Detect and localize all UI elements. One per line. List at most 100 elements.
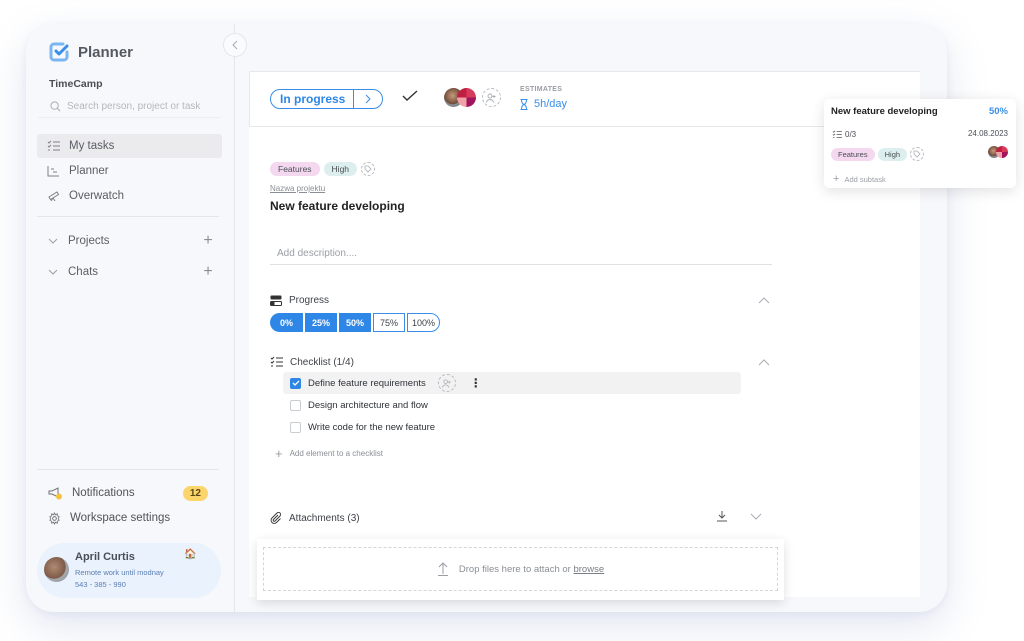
tag-features[interactable]: Features xyxy=(270,162,320,176)
attachments-section-header[interactable]: Attachments (3) xyxy=(270,510,770,526)
chevron-right-icon xyxy=(366,94,372,104)
checkmark-icon xyxy=(402,90,418,101)
add-checklist-item-button[interactable]: + Add element to a checklist xyxy=(275,446,383,461)
megaphone-icon xyxy=(48,487,62,500)
sidebar-group-projects[interactable]: Projects + xyxy=(37,230,222,252)
task-detail-panel: In progress ESTIMATES 5h/day Features Hi… xyxy=(249,71,920,600)
add-tag-button[interactable] xyxy=(910,147,925,161)
card-due-date: 24.08.2023 xyxy=(967,129,1008,138)
task-card-preview[interactable]: New feature developing 50% 0/3 24.08.202… xyxy=(824,99,1016,188)
group-label: Chats xyxy=(68,266,99,278)
tag-high[interactable]: High xyxy=(323,162,358,176)
more-options-icon[interactable]: ⋮ xyxy=(470,377,482,389)
user-profile-card[interactable]: April Curtis 🏠 Remote work until modnay … xyxy=(37,543,221,598)
estimates-value[interactable]: 5h/day xyxy=(520,98,567,110)
stage: Planner TimeCamp My tasks Planner Overw xyxy=(0,0,1024,641)
progress-option-100[interactable]: 100% xyxy=(407,313,440,332)
progress-option-0[interactable]: 0% xyxy=(270,313,303,332)
avatar xyxy=(996,146,1008,158)
checkbox-unchecked[interactable] xyxy=(290,399,301,411)
divider xyxy=(37,469,219,470)
plus-icon: + xyxy=(833,173,840,185)
add-tag-button[interactable] xyxy=(361,162,376,176)
workspace-name: TimeCamp xyxy=(49,78,103,90)
collapse-sidebar-button[interactable] xyxy=(223,33,247,57)
progress-option-25[interactable]: 25% xyxy=(305,313,337,332)
assignees[interactable] xyxy=(444,88,476,107)
tag-high[interactable]: High xyxy=(877,147,908,161)
checklist-icon xyxy=(270,356,283,367)
home-emoji-icon: 🏠 xyxy=(184,549,197,560)
status-button[interactable]: In progress xyxy=(270,89,384,109)
checklist-item-text: Design architecture and flow xyxy=(308,399,428,411)
sidebar-group-chats[interactable]: Chats + xyxy=(37,261,222,283)
search-bar[interactable] xyxy=(38,96,221,118)
sidebar-item-my-tasks[interactable]: My tasks xyxy=(37,134,222,158)
add-project-icon[interactable]: + xyxy=(198,232,218,250)
add-subtask-button[interactable]: + Add subtask xyxy=(833,173,886,185)
search-input[interactable] xyxy=(67,101,217,112)
checklist-item[interactable]: Write code for the new feature xyxy=(283,416,741,438)
tag-icon xyxy=(913,150,921,158)
divider xyxy=(37,216,219,217)
hourglass-icon xyxy=(520,98,528,110)
checklist-section-header[interactable]: Checklist (1/4) xyxy=(270,354,770,370)
planner-chart-icon xyxy=(47,166,59,177)
sidebar-item-label: My tasks xyxy=(69,140,115,152)
estimates-label: ESTIMATES xyxy=(520,86,563,93)
sidebar-nav: My tasks Planner Overwatch xyxy=(37,134,222,209)
progress-option-50[interactable]: 50% xyxy=(339,313,371,332)
project-link[interactable]: Nazwa projektu xyxy=(270,184,325,193)
progress-selector: 0% 25% 50% 75% 100% xyxy=(270,313,440,332)
progress-label: Progress xyxy=(289,294,330,306)
task-title[interactable]: New feature developing xyxy=(270,199,405,213)
sidebar-item-overwatch[interactable]: Overwatch xyxy=(37,184,222,208)
toggle-icon xyxy=(270,295,282,306)
tag-icon xyxy=(364,165,372,173)
chevron-down-icon[interactable] xyxy=(750,513,762,520)
sidebar-item-label: Planner xyxy=(69,165,109,177)
description-field[interactable] xyxy=(270,243,772,265)
card-assignees xyxy=(988,146,1008,158)
checklist: Define feature requirements ⋮ Design arc… xyxy=(283,372,741,438)
next-status-button[interactable] xyxy=(354,90,382,108)
mark-complete-button[interactable] xyxy=(402,90,418,102)
search-icon xyxy=(50,101,61,112)
assign-person-button[interactable] xyxy=(437,374,456,392)
gear-icon xyxy=(49,511,60,525)
progress-section-header[interactable]: Progress xyxy=(270,292,770,308)
add-assignee-button[interactable] xyxy=(482,88,501,107)
checklist-item[interactable]: Design architecture and flow xyxy=(283,394,741,416)
checklist-item-text: Define feature requirements xyxy=(308,377,426,389)
card-tags: Features High xyxy=(831,147,925,161)
add-checklist-label: Add element to a checklist xyxy=(289,449,383,458)
chevron-up-icon[interactable] xyxy=(758,358,770,366)
user-status: Remote work until modnay xyxy=(75,568,164,577)
tag-features[interactable]: Features xyxy=(831,147,875,161)
progress-option-75[interactable]: 75% xyxy=(373,313,405,332)
browse-link[interactable]: browse xyxy=(573,564,604,575)
tasks-list-icon xyxy=(47,140,60,151)
planner-logo-icon xyxy=(49,42,69,62)
add-person-icon xyxy=(441,378,451,388)
telescope-icon xyxy=(48,191,60,202)
chevron-up-icon[interactable] xyxy=(758,296,770,304)
app-logo[interactable]: Planner xyxy=(48,41,133,63)
sidebar-item-planner[interactable]: Planner xyxy=(37,159,222,183)
checkbox-unchecked[interactable] xyxy=(290,421,301,433)
avatar xyxy=(44,557,69,582)
checkmark-icon xyxy=(292,380,299,386)
description-input[interactable] xyxy=(270,248,772,259)
checkbox-checked[interactable] xyxy=(290,377,301,389)
card-title: New feature developing xyxy=(831,106,938,117)
file-dropzone-card: Drop files here to attach or browse xyxy=(257,539,784,600)
task-toolbar: In progress ESTIMATES 5h/day xyxy=(249,71,920,127)
plus-icon: + xyxy=(275,446,283,461)
checklist-item[interactable]: Define feature requirements ⋮ xyxy=(283,372,741,394)
workspace-settings-item[interactable]: Workspace settings xyxy=(48,509,170,527)
file-dropzone[interactable]: Drop files here to attach or browse xyxy=(263,547,778,591)
download-icon[interactable] xyxy=(716,510,728,522)
notifications-item[interactable]: Notifications 12 xyxy=(48,484,208,502)
task-tags: Features High xyxy=(270,162,376,176)
add-chat-icon[interactable]: + xyxy=(198,263,218,281)
